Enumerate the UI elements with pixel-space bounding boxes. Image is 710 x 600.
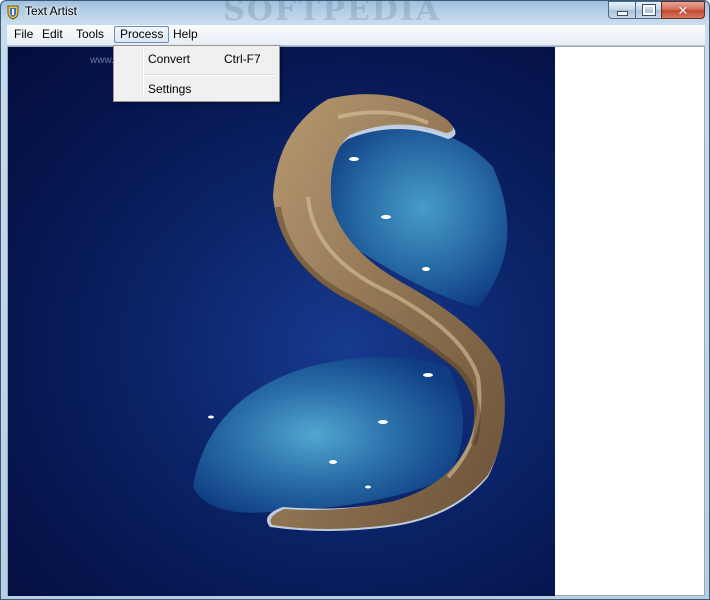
maximize-button[interactable] <box>635 1 661 19</box>
title-bar[interactable]: Text Artist SOFTPEDIA ✕ <box>1 0 709 28</box>
maximize-icon <box>641 4 656 16</box>
menu-bar: File Edit Tools Process Help <box>7 25 705 46</box>
app-icon[interactable] <box>5 4 21 20</box>
app-window: Text Artist SOFTPEDIA ✕ File Edit Tools … <box>0 0 710 600</box>
close-icon: ✕ <box>677 2 689 18</box>
menu-separator <box>144 74 277 76</box>
document-area[interactable]: www.softpedia <box>7 46 705 596</box>
boat <box>378 420 388 424</box>
island-image: www.softpedia <box>8 47 555 596</box>
lower-lagoon <box>193 357 463 513</box>
boat <box>349 157 359 161</box>
boat <box>208 415 214 419</box>
boat <box>329 460 337 464</box>
menu-help[interactable]: Help <box>168 26 203 43</box>
convert-label: Convert <box>148 52 191 66</box>
caption-buttons: ✕ <box>608 1 705 19</box>
menu-file[interactable]: File <box>9 26 38 43</box>
close-button[interactable]: ✕ <box>661 1 705 19</box>
boat <box>423 373 433 377</box>
boat <box>422 267 430 271</box>
menu-item-settings[interactable]: Settings <box>116 78 277 100</box>
process-dropdown-menu: Convert Ctrl-F7 Settings <box>113 45 280 102</box>
window-title: Text Artist <box>25 4 78 18</box>
menu-item-convert[interactable]: Convert Ctrl-F7 <box>116 48 277 70</box>
convert-shortcut: Ctrl-F7 <box>224 52 261 66</box>
softpedia-watermark: SOFTPEDIA <box>223 0 442 28</box>
boat <box>381 215 391 219</box>
menu-edit[interactable]: Edit <box>37 26 68 43</box>
boat <box>365 485 371 489</box>
minimize-button[interactable] <box>608 1 635 19</box>
menu-tools[interactable]: Tools <box>71 26 109 43</box>
settings-label: Settings <box>148 82 192 96</box>
island-illustration <box>193 94 508 531</box>
minimize-icon <box>616 10 628 16</box>
menu-process[interactable]: Process <box>114 26 170 43</box>
